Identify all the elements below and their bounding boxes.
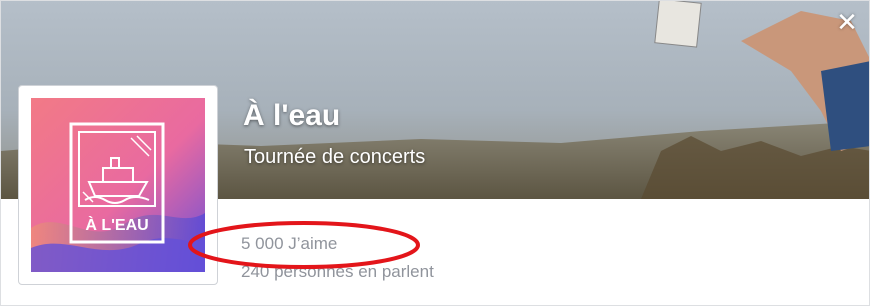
page-title[interactable]: À l'eau	[243, 99, 340, 133]
talking-about-count: 240 personnes en parlent	[241, 262, 434, 281]
page-category: Tournée de concerts	[244, 146, 426, 168]
profile-picture-frame[interactable]: À L'EAU	[18, 85, 218, 285]
close-icon[interactable]: ✕	[835, 10, 859, 36]
profile-picture: À L'EAU	[31, 98, 205, 272]
likes-count[interactable]: 5 000 J’aime	[241, 234, 337, 254]
logo-image: À L'EAU	[31, 98, 205, 272]
page-preview-card: ✕ À l'eau Tournée de concerts À L'EAU 5 …	[0, 0, 870, 306]
logo-text: À L'EAU	[85, 215, 148, 234]
